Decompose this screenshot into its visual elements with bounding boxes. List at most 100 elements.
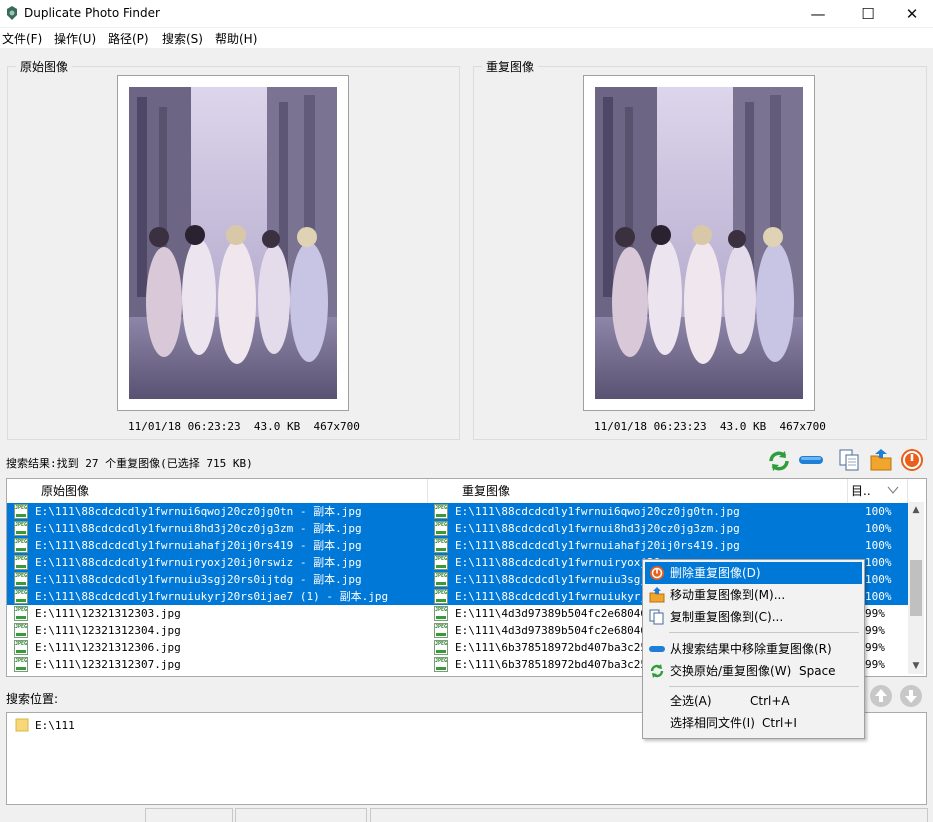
duplicate-path-cell: E:\111\88cdcdcdly1fwrnuiu3sgj20 <box>455 573 661 586</box>
street-photo-image <box>129 87 337 399</box>
scroll-down-arrow-icon[interactable]: ▼ <box>908 658 924 674</box>
copy-icon <box>649 609 664 625</box>
original-photo-frame <box>117 75 349 411</box>
swap-icon <box>650 664 664 678</box>
search-location-label: 搜索位置: <box>6 692 59 706</box>
duplicate-panel-label: 重复图像 <box>482 58 539 75</box>
duplicate-path-cell: E:\111\88cdcdcdly1fwrnui8hd3j20cz0jg3zm.… <box>455 522 740 535</box>
original-path-cell: E:\111\88cdcdcdly1fwrnui8hd3j20cz0jg3zm … <box>35 522 362 535</box>
duplicate-path-cell: E:\111\88cdcdcdly1fwrnuiukyrj20 <box>455 590 661 603</box>
jpeg-file-icon: JPEG <box>14 589 28 604</box>
delete-circle-icon <box>650 566 664 580</box>
move-up-arrow-icon[interactable] <box>869 684 893 708</box>
menu-operation[interactable]: 操作(U) <box>54 30 96 47</box>
jpeg-file-icon: JPEG <box>14 640 28 655</box>
original-path-cell: E:\111\12321312307.jpg <box>35 658 181 671</box>
similarity-cell: 100% <box>865 590 892 603</box>
jpeg-file-icon: JPEG <box>434 640 448 655</box>
menu-help[interactable]: 帮助(H) <box>215 30 257 47</box>
duplicate-path-cell: E:\111\88cdcdcdly1fwrnui6qwoj20cz0jg0tn.… <box>455 505 740 518</box>
similarity-cell: 100% <box>865 539 892 552</box>
jpeg-file-icon: JPEG <box>14 504 28 519</box>
status-pane-2 <box>235 808 367 822</box>
duplicate-path-cell: E:\111\88cdcdcdly1fwrnuiahafj20ij0rs419.… <box>455 539 740 552</box>
remove-bar-icon <box>649 646 665 652</box>
jpeg-file-icon: JPEG <box>14 606 28 621</box>
jpeg-file-icon: JPEG <box>14 572 28 587</box>
original-panel-label: 原始图像 <box>16 58 73 75</box>
results-summary: 搜索结果:找到 27 个重复图像(已选择 715 KB) <box>6 457 253 470</box>
original-path-cell: E:\111\12321312306.jpg <box>35 641 181 654</box>
menu-search[interactable]: 搜索(S) <box>162 30 203 47</box>
similarity-cell: 100% <box>865 573 892 586</box>
move-to-folder-icon[interactable] <box>869 447 893 472</box>
maximize-button[interactable]: ☐ <box>845 0 891 27</box>
menu-separator <box>669 632 859 633</box>
similarity-cell: 99% <box>865 641 885 654</box>
menu-item-remove-from-results[interactable]: 从搜索结果中移除重复图像(R) <box>645 638 862 660</box>
table-row[interactable]: JPEG E:\111\88cdcdcdly1fwrnui6qwoj20cz0jg… <box>7 503 909 520</box>
title-bar: Duplicate Photo Finder — ☐ ✕ <box>0 0 933 27</box>
column-header-duplicate[interactable]: 重复图像 <box>428 479 848 503</box>
similarity-cell: 100% <box>865 556 892 569</box>
original-path-cell: E:\111\88cdcdcdly1fwrnuiukyrj20rs0ijae7 … <box>35 590 389 603</box>
original-path-cell: E:\111\88cdcdcdly1fwrnui6qwoj20cz0jg0tn … <box>35 505 362 518</box>
context-menu: 删除重复图像(D) 移动重复图像到(M)... 复制重复图像到(C)... 从搜… <box>642 559 865 739</box>
status-bar <box>0 806 933 822</box>
column-header-original[interactable]: 原始图像 <box>7 479 428 503</box>
original-image-info: 11/01/18 06:23:23 43.0 KB 467x700 <box>128 420 360 433</box>
duplicate-path-cell: E:\111\88cdcdcdly1fwrnuiryoxj20 <box>455 556 661 569</box>
jpeg-file-icon: JPEG <box>434 555 448 570</box>
shortcut-ctrl-a: Ctrl+A <box>750 694 790 708</box>
jpeg-file-icon: JPEG <box>434 623 448 638</box>
move-folder-icon <box>649 587 665 603</box>
duplicate-photo[interactable] <box>595 87 803 399</box>
scroll-up-arrow-icon[interactable]: ▲ <box>908 502 924 518</box>
menu-item-swap[interactable]: 交换原始/重复图像(W) Space <box>645 660 862 682</box>
jpeg-file-icon: JPEG <box>434 589 448 604</box>
street-photo-image <box>595 87 803 399</box>
move-down-arrow-icon[interactable] <box>899 684 923 708</box>
menu-item-select-all[interactable]: 全选(A) Ctrl+A <box>645 690 862 712</box>
similarity-cell: 99% <box>865 658 885 671</box>
menu-item-delete-duplicates[interactable]: 删除重复图像(D) <box>645 562 862 584</box>
jpeg-file-icon: JPEG <box>434 521 448 536</box>
remove-from-results-icon[interactable] <box>798 454 824 466</box>
jpeg-file-icon: JPEG <box>14 623 28 638</box>
duplicate-image-info: 11/01/18 06:23:23 43.0 KB 467x700 <box>594 420 826 433</box>
jpeg-file-icon: JPEG <box>434 538 448 553</box>
jpeg-file-icon: JPEG <box>434 657 448 672</box>
similarity-cell: 100% <box>865 505 892 518</box>
results-scrollbar[interactable]: ▲ ▼ <box>908 502 924 674</box>
shortcut-ctrl-i: Ctrl+I <box>762 716 797 730</box>
table-row[interactable]: JPEG E:\111\88cdcdcdly1fwrnuiahafj20ij0rs… <box>7 537 909 554</box>
duplicate-path-cell: E:\111\6b378518972bd407ba3c254e <box>455 641 661 654</box>
window-title: Duplicate Photo Finder <box>24 6 160 20</box>
jpeg-file-icon: JPEG <box>434 572 448 587</box>
close-window-button[interactable]: ✕ <box>889 0 933 27</box>
similarity-cell: 99% <box>865 624 885 637</box>
menu-item-move-duplicates[interactable]: 移动重复图像到(M)... <box>645 584 862 606</box>
menu-item-select-same-files[interactable]: 选择相同文件(I) Ctrl+I <box>645 712 862 734</box>
delete-duplicates-icon[interactable] <box>900 448 924 472</box>
column-header-similarity[interactable]: 目.. <box>848 479 908 503</box>
menu-bar: 文件(F) 操作(U) 路径(P) 搜索(S) 帮助(H) <box>0 28 933 48</box>
original-path-cell: E:\111\88cdcdcdly1fwrnuiryoxj20ij0rswiz … <box>35 556 362 569</box>
menu-item-copy-duplicates[interactable]: 复制重复图像到(C)... <box>645 606 862 628</box>
jpeg-file-icon: JPEG <box>14 521 28 536</box>
jpeg-file-icon: JPEG <box>14 538 28 553</box>
similarity-cell: 99% <box>865 607 885 620</box>
table-row[interactable]: JPEG E:\111\88cdcdcdly1fwrnui8hd3j20cz0jg… <box>7 520 909 537</box>
refresh-icon[interactable] <box>767 449 791 473</box>
duplicate-photo-frame <box>583 75 815 411</box>
jpeg-file-icon: JPEG <box>434 504 448 519</box>
menu-path[interactable]: 路径(P) <box>108 30 149 47</box>
shortcut-space: Space <box>799 664 836 678</box>
menu-file[interactable]: 文件(F) <box>2 30 42 47</box>
copy-files-icon[interactable] <box>838 448 860 472</box>
original-photo[interactable] <box>129 87 337 399</box>
sort-chevron-down-icon[interactable] <box>887 486 899 495</box>
scrollbar-thumb[interactable] <box>910 560 922 616</box>
menu-separator <box>669 686 859 687</box>
minimize-button[interactable]: — <box>795 0 841 27</box>
